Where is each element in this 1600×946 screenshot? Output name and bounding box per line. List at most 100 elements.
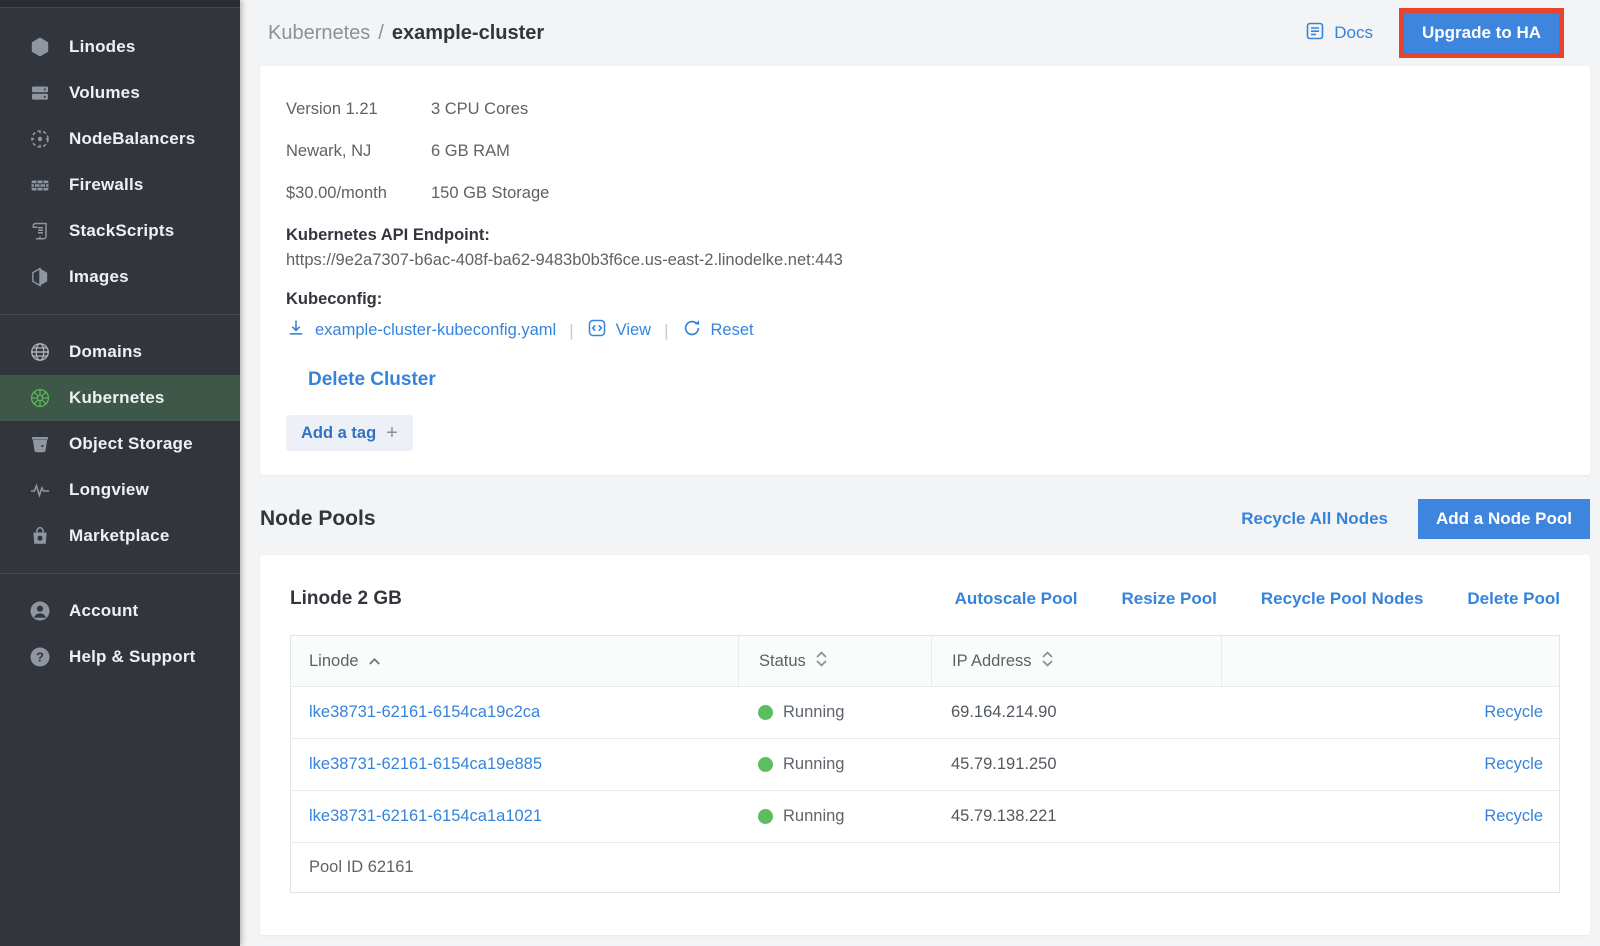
kubeconfig-label: Kubeconfig: xyxy=(286,290,1564,309)
add-tag-button[interactable]: Add a tag + xyxy=(286,415,413,451)
sidebar-item-label: Volumes xyxy=(69,83,140,103)
cluster-summary-card: Version 1.21 3 CPU Cores Newark, NJ 6 GB… xyxy=(260,66,1590,475)
sidebar-divider xyxy=(0,573,240,574)
column-label: IP Address xyxy=(952,652,1032,671)
sidebar-item-account[interactable]: Account xyxy=(0,588,240,634)
cluster-specs: Version 1.21 3 CPU Cores Newark, NJ 6 GB… xyxy=(286,88,1564,214)
node-link[interactable]: lke38731-62161-6154ca19c2ca xyxy=(309,703,540,722)
marketplace-bag-icon xyxy=(28,524,52,548)
table-row: lke38731-62161-6154ca19e885 Running 45.7… xyxy=(291,738,1559,790)
table-header-row: Linode Status IP Address xyxy=(291,636,1559,686)
status-text: Running xyxy=(783,755,844,774)
recycle-node-link[interactable]: Recycle xyxy=(1484,755,1543,774)
docs-link[interactable]: Docs xyxy=(1304,20,1373,47)
recycle-pool-nodes-link[interactable]: Recycle Pool Nodes xyxy=(1261,589,1424,609)
sidebar-item-marketplace[interactable]: Marketplace xyxy=(0,513,240,559)
sidebar-item-volumes[interactable]: Volumes xyxy=(0,70,240,116)
reset-refresh-icon xyxy=(682,318,702,343)
autoscale-pool-link[interactable]: Autoscale Pool xyxy=(955,589,1078,609)
breadcrumb-separator: / xyxy=(378,22,384,45)
node-pools-title: Node Pools xyxy=(260,507,376,531)
main-content: Kubernetes / example-cluster Docs Upgrad… xyxy=(240,0,1600,946)
column-header-actions xyxy=(1221,636,1559,686)
annotation-highlight-box: Upgrade to HA xyxy=(1399,8,1564,58)
linode-cube-icon xyxy=(28,35,52,59)
column-header-linode[interactable]: Linode xyxy=(291,636,738,686)
sidebar-item-label: Longview xyxy=(69,480,149,500)
plus-icon: + xyxy=(386,423,398,443)
download-icon xyxy=(286,318,306,343)
sidebar: Linodes Volumes NodeBalancers Firewalls xyxy=(0,0,240,946)
column-header-status[interactable]: Status xyxy=(738,636,931,686)
kubeconfig-actions: example-cluster-kubeconfig.yaml | View |… xyxy=(286,318,1564,343)
kubeconfig-reset-link[interactable]: Reset xyxy=(682,318,754,343)
ip-address: 69.164.214.90 xyxy=(951,703,1057,722)
table-row: lke38731-62161-6154ca1a1021 Running 45.7… xyxy=(291,790,1559,842)
sidebar-divider xyxy=(0,314,240,315)
node-link[interactable]: lke38731-62161-6154ca1a1021 xyxy=(309,807,542,826)
breadcrumb: Kubernetes / example-cluster xyxy=(268,22,544,45)
sidebar-item-linodes[interactable]: Linodes xyxy=(0,24,240,70)
column-label: Linode xyxy=(309,652,359,671)
breadcrumb-section[interactable]: Kubernetes xyxy=(268,22,370,45)
object-storage-bucket-icon xyxy=(28,432,52,456)
status-dot xyxy=(758,705,773,720)
sidebar-item-nodebalancers[interactable]: NodeBalancers xyxy=(0,116,240,162)
add-node-pool-button[interactable]: Add a Node Pool xyxy=(1418,499,1590,539)
pool-nodes-table: Linode Status IP Address xyxy=(290,635,1560,893)
cluster-storage: 150 GB Storage xyxy=(431,172,1564,214)
sidebar-item-stackscripts[interactable]: StackScripts xyxy=(0,208,240,254)
status-text: Running xyxy=(783,807,844,826)
node-link[interactable]: lke38731-62161-6154ca19e885 xyxy=(309,755,542,774)
svg-text:?: ? xyxy=(36,650,44,665)
column-label: Status xyxy=(759,652,806,671)
longview-pulse-icon xyxy=(28,478,52,502)
sidebar-item-label: Kubernetes xyxy=(69,388,165,408)
stackscripts-icon xyxy=(28,219,52,243)
domains-globe-icon xyxy=(28,340,52,364)
upgrade-to-ha-button[interactable]: Upgrade to HA xyxy=(1404,13,1559,53)
sidebar-item-object-storage[interactable]: Object Storage xyxy=(0,421,240,467)
sidebar-top-strip xyxy=(0,0,240,8)
ip-address: 45.79.191.250 xyxy=(951,755,1057,774)
sort-asc-icon xyxy=(368,652,381,671)
sort-both-icon xyxy=(815,650,828,673)
table-row: lke38731-62161-6154ca19c2ca Running 69.1… xyxy=(291,686,1559,738)
sidebar-item-longview[interactable]: Longview xyxy=(0,467,240,513)
nodebalancers-icon xyxy=(28,127,52,151)
docs-icon xyxy=(1304,20,1326,47)
sidebar-item-label: NodeBalancers xyxy=(69,129,195,149)
docs-label: Docs xyxy=(1334,23,1373,43)
recycle-all-nodes-link[interactable]: Recycle All Nodes xyxy=(1241,509,1388,529)
node-pool-card: Linode 2 GB Autoscale Pool Resize Pool R… xyxy=(260,555,1590,935)
kubernetes-helm-icon xyxy=(28,386,52,410)
pool-name: Linode 2 GB xyxy=(290,588,402,610)
recycle-node-link[interactable]: Recycle xyxy=(1484,807,1543,826)
sidebar-item-label: StackScripts xyxy=(69,221,174,241)
sidebar-item-help-support[interactable]: ? Help & Support xyxy=(0,634,240,680)
kubeconfig-file-name: example-cluster-kubeconfig.yaml xyxy=(315,321,556,340)
cluster-cpu: 3 CPU Cores xyxy=(431,88,1564,130)
page-header: Kubernetes / example-cluster Docs Upgrad… xyxy=(240,0,1600,66)
resize-pool-link[interactable]: Resize Pool xyxy=(1121,589,1216,609)
delete-pool-link[interactable]: Delete Pool xyxy=(1467,589,1560,609)
cluster-region: Newark, NJ xyxy=(286,130,431,172)
sidebar-item-domains[interactable]: Domains xyxy=(0,329,240,375)
sidebar-item-images[interactable]: Images xyxy=(0,254,240,300)
recycle-node-link[interactable]: Recycle xyxy=(1484,703,1543,722)
firewalls-icon xyxy=(28,173,52,197)
api-endpoint-url: https://9e2a7307-b6ac-408f-ba62-9483b0b3… xyxy=(286,251,1564,270)
cluster-price: $30.00/month xyxy=(286,172,431,214)
column-header-ip[interactable]: IP Address xyxy=(931,636,1221,686)
delete-cluster-button[interactable]: Delete Cluster xyxy=(308,369,436,391)
kubeconfig-view-link[interactable]: View xyxy=(587,318,651,343)
node-pools-header: Node Pools Recycle All Nodes Add a Node … xyxy=(260,495,1590,543)
cluster-ram: 6 GB RAM xyxy=(431,130,1564,172)
volumes-icon xyxy=(28,81,52,105)
kubeconfig-download-link[interactable]: example-cluster-kubeconfig.yaml xyxy=(286,318,556,343)
account-icon xyxy=(28,599,52,623)
sidebar-item-firewalls[interactable]: Firewalls xyxy=(0,162,240,208)
sidebar-item-label: Marketplace xyxy=(69,526,169,546)
sidebar-item-kubernetes[interactable]: Kubernetes xyxy=(0,375,240,421)
status-text: Running xyxy=(783,703,844,722)
